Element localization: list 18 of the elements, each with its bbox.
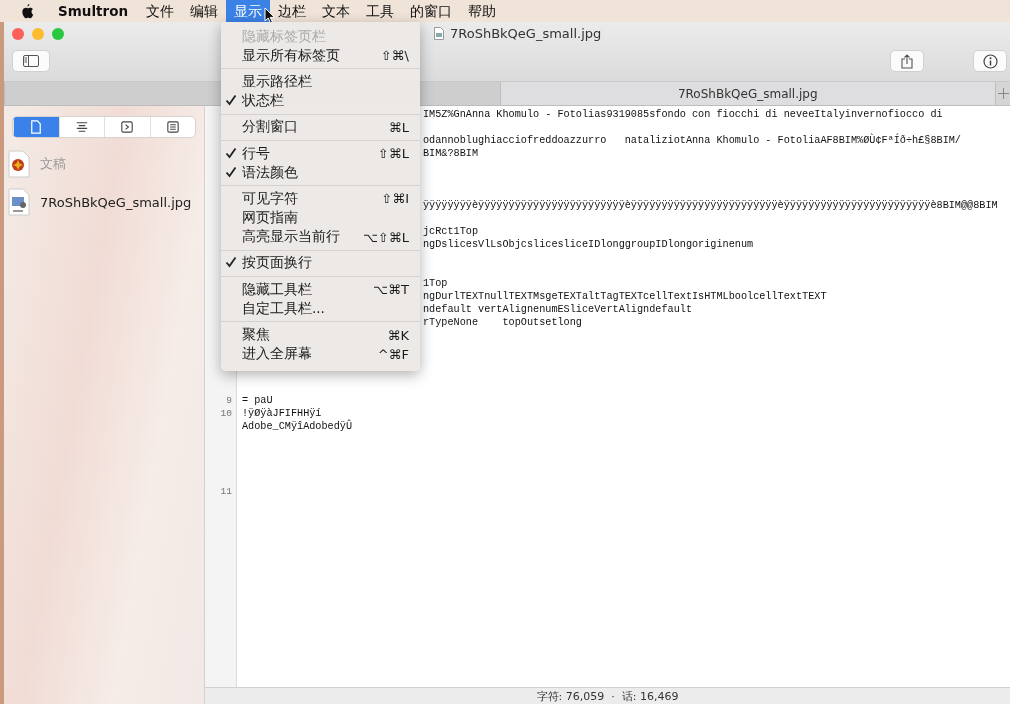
code-line: !ÿØÿàJFIFHHÿí bbox=[242, 408, 322, 419]
code-line: Adobe_CMÿîAdobedÿÛ bbox=[242, 421, 353, 432]
code-line: 1Top bbox=[423, 278, 448, 289]
code-line: ÿÿÿÿÿÿÿÿèÿÿÿÿÿÿÿÿÿÿÿÿÿÿÿÿÿÿÿÿÿÿÿÿèÿÿÿÿÿÿÿÿÿÿÿÿÿÿÿÿÿÿÿÿÿÿÿÿèÿÿÿÿÿÿÿÿÿÿÿÿÿÿÿÿÿÿÿÿÿÿÿÿè8BIM@@8BIM bbox=[423, 200, 998, 211]
line-number: 10 bbox=[220, 408, 232, 419]
window-title: 7RoShBkQeG_small.jpg bbox=[450, 26, 602, 41]
code-line: BIM&?8BIM bbox=[423, 148, 479, 159]
code-line: ngDslicesVlLsObjcslicesliceIDlonggroupIDlongoriginenum bbox=[423, 239, 754, 250]
line-number: 9 bbox=[226, 395, 232, 406]
status-text: 字符: 76,059 · 话: 16,469 bbox=[536, 688, 679, 704]
code-line: odannoblughiacciofreddoazzurro nataliziotAnna Khomulo - FotoliaAF8BIM%ØÙ¢FªÍð÷h£§8BIM/ bbox=[423, 135, 961, 146]
code-line: = paU bbox=[242, 395, 273, 406]
code-line: rTypeNone topOutsetlong bbox=[423, 317, 582, 328]
code-line: IM5Z%GnAnna Khomulo - Fotolias9319085sfondo con fiocchi di neveeItalyinvernofiocco di bbox=[423, 109, 943, 120]
code-line: ngDurlTEXTnullTEXTMsgeTEXTaltTagTEXTcellTextIsHTMLboolcellTextTEXT bbox=[423, 291, 827, 302]
line-number: 11 bbox=[220, 486, 232, 497]
code-line: ndefault vertAlignenumESliceVertAligndefault bbox=[423, 304, 692, 315]
code-line: jcRct1Top bbox=[423, 226, 479, 237]
